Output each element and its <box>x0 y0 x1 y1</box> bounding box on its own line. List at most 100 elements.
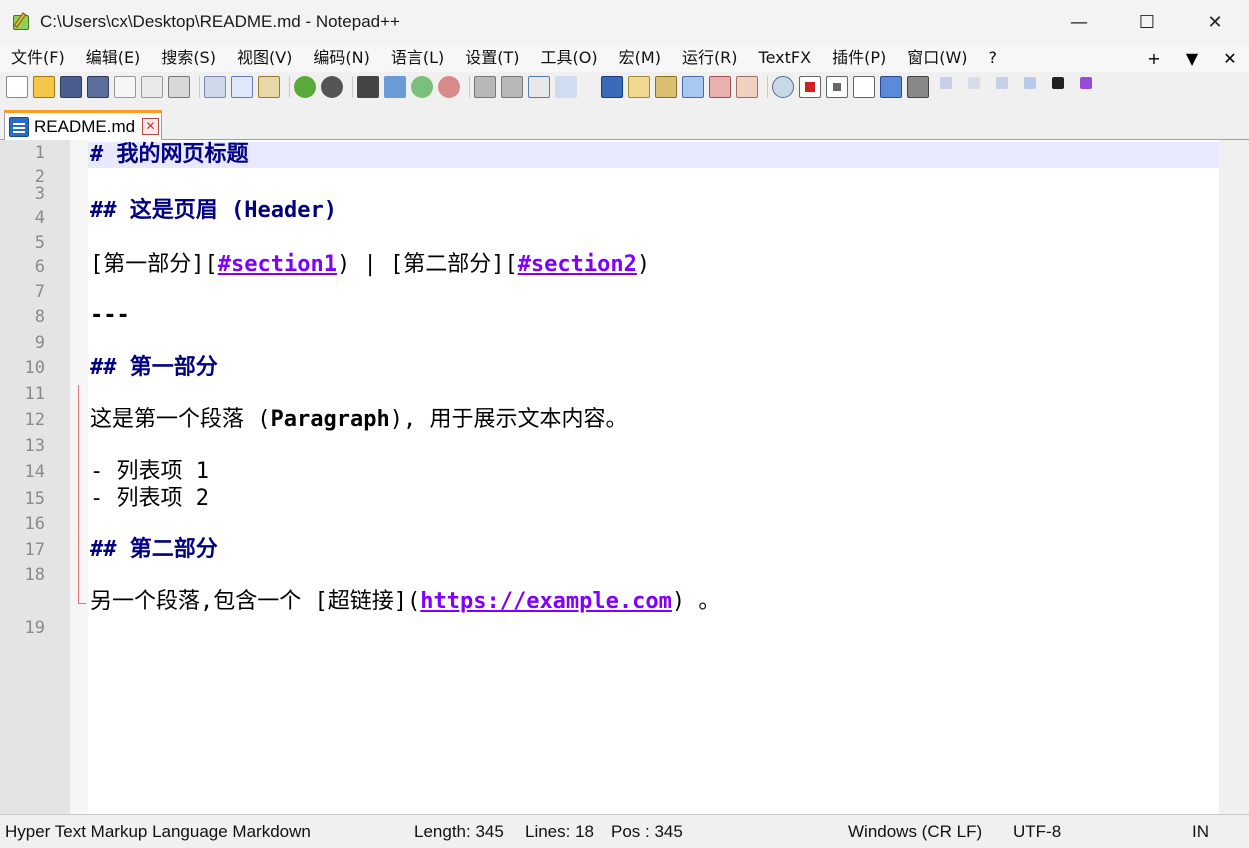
tab-readme[interactable]: README.md ✕ <box>4 110 162 140</box>
fold-icon[interactable] <box>736 76 758 98</box>
record-macro-icon[interactable] <box>799 76 821 98</box>
show-all-chars-icon[interactable] <box>555 76 577 98</box>
line-number-gutter: 1 2 3 4 5 6 7 8 9 10 11 12 13 14 15 16 1… <box>0 140 70 814</box>
close-doc-button[interactable]: ✕ <box>1211 49 1249 68</box>
code-line-4: ## 这是页眉 (Header) <box>90 198 337 223</box>
text-segment: 这是第一个段落 ( <box>90 407 271 432</box>
link-section1[interactable]: #section1 <box>218 252 337 277</box>
menu-macro[interactable]: 宏(M) <box>608 44 671 72</box>
cut-icon[interactable] <box>204 76 226 98</box>
editor[interactable]: 1 2 3 4 5 6 7 8 9 10 11 12 13 14 15 16 1… <box>0 140 1249 814</box>
zoom-in-icon[interactable] <box>411 76 433 98</box>
line-number: 14 <box>24 462 45 482</box>
paste-icon[interactable] <box>258 76 280 98</box>
new-tab-plus-button[interactable]: + <box>1135 49 1173 68</box>
tab-list-arrow-button[interactable]: ▼ <box>1173 49 1211 68</box>
fold-margin[interactable] <box>70 140 88 814</box>
textfx-icon-6[interactable] <box>1080 77 1092 89</box>
code-line-10: ## 第一部分 <box>90 355 218 380</box>
function-list-icon[interactable] <box>655 76 677 98</box>
code-line-1: # 我的网页标题 <box>90 142 249 167</box>
line-number: 18 <box>24 565 45 585</box>
open-file-icon[interactable] <box>33 76 55 98</box>
line-number: 9 <box>34 333 45 353</box>
toolbar-separator <box>199 76 200 98</box>
current-line-highlight <box>88 142 1219 168</box>
status-encoding: UTF-8 <box>1013 822 1062 841</box>
close-icon[interactable] <box>114 76 136 98</box>
line-number: 19 <box>24 618 45 638</box>
copy-icon[interactable] <box>231 76 253 98</box>
menu-search[interactable]: 搜索(S) <box>150 44 226 72</box>
new-file-icon[interactable] <box>6 76 28 98</box>
code-line-16: ## 第二部分 <box>90 537 218 562</box>
toolbar <box>0 72 1249 102</box>
menu-help[interactable]: ? <box>978 44 1008 72</box>
menu-textfx[interactable]: TextFX <box>748 44 822 72</box>
save-macro-icon[interactable] <box>907 76 929 98</box>
close-all-icon[interactable] <box>141 76 163 98</box>
title-bar: C:\Users\cx\Desktop\README.md - Notepad+… <box>0 0 1249 44</box>
bold-text: Paragraph <box>270 407 390 432</box>
find-icon[interactable] <box>357 76 379 98</box>
line-number: 4 <box>34 208 45 228</box>
code-line-8: --- <box>90 303 130 328</box>
folder-workspace-icon[interactable] <box>682 76 704 98</box>
run-macro-multiple-icon[interactable] <box>880 76 902 98</box>
tab-bar: README.md ✕ <box>0 102 1249 140</box>
text-area[interactable] <box>88 140 1219 814</box>
sync-h-icon[interactable] <box>501 76 523 98</box>
redo-icon[interactable] <box>321 76 343 98</box>
indent-guide-icon[interactable] <box>601 76 623 98</box>
textfx-icon-3[interactable] <box>996 77 1008 89</box>
dropdown-icon[interactable] <box>582 76 596 98</box>
maximize-button[interactable]: ☐ <box>1113 0 1181 44</box>
menu-encoding[interactable]: 编码(N) <box>302 44 379 72</box>
menu-file[interactable]: 文件(F) <box>0 44 75 72</box>
code-line-18: 另一个段落,包含一个 [超链接](https://example.com) 。 <box>90 589 720 615</box>
zoom-out-icon[interactable] <box>438 76 460 98</box>
menu-view[interactable]: 视图(V) <box>226 44 302 72</box>
textfx-icon-2[interactable] <box>968 77 980 89</box>
monitor-icon[interactable] <box>709 76 731 98</box>
toolbar-separator <box>352 76 353 98</box>
menu-right-controls: + ▼ ✕ <box>1135 44 1249 72</box>
menu-settings[interactable]: 设置(T) <box>454 44 529 72</box>
menu-language[interactable]: 语言(L) <box>380 44 454 72</box>
link-section2[interactable]: #section2 <box>518 252 637 277</box>
line-number: 12 <box>24 410 45 430</box>
status-insert-mode: IN <box>1192 822 1209 841</box>
eye-icon[interactable] <box>772 76 794 98</box>
textfx-icon-4[interactable] <box>1024 77 1036 89</box>
status-lines: Lines: 18 <box>525 822 594 841</box>
minimize-button[interactable]: — <box>1045 0 1113 44</box>
textfx-icon-5[interactable] <box>1052 77 1064 89</box>
code-line-12: 这是第一个段落 (Paragraph), 用于展示文本内容。 <box>90 407 627 433</box>
textfx-icon-1[interactable] <box>940 77 952 89</box>
line-number: 17 <box>24 540 45 560</box>
undo-icon[interactable] <box>294 76 316 98</box>
sync-v-icon[interactable] <box>474 76 496 98</box>
toolbar-separator <box>289 76 290 98</box>
line-number: 8 <box>34 307 45 327</box>
menu-tools[interactable]: 工具(O) <box>530 44 608 72</box>
doc-map-icon[interactable] <box>628 76 650 98</box>
toolbar-separator <box>767 76 768 98</box>
print-icon[interactable] <box>168 76 190 98</box>
link-example[interactable]: https://example.com <box>420 589 672 614</box>
save-icon[interactable] <box>60 76 82 98</box>
wrap-icon[interactable] <box>528 76 550 98</box>
menu-run[interactable]: 运行(R) <box>671 44 748 72</box>
play-macro-icon[interactable] <box>853 76 875 98</box>
replace-icon[interactable] <box>384 76 406 98</box>
text-segment: ) | [第二部分][ <box>336 252 518 277</box>
vertical-scrollbar[interactable] <box>1219 140 1249 814</box>
menu-window[interactable]: 窗口(W) <box>896 44 977 72</box>
text-segment: ) 。 <box>671 589 721 614</box>
stop-macro-icon[interactable] <box>826 76 848 98</box>
close-window-button[interactable]: ✕ <box>1181 0 1249 44</box>
menu-plugins[interactable]: 插件(P) <box>821 44 896 72</box>
tab-close-icon[interactable]: ✕ <box>142 118 160 135</box>
menu-edit[interactable]: 编辑(E) <box>75 44 151 72</box>
save-all-icon[interactable] <box>87 76 109 98</box>
